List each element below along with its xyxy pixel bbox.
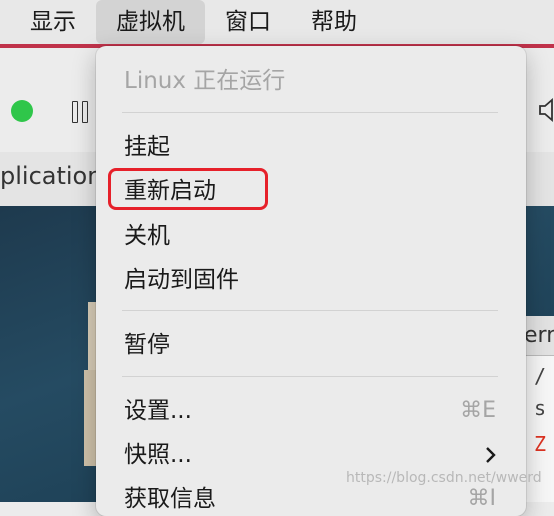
menu-item-suspend[interactable]: 挂起: [124, 130, 170, 164]
menu-virtual-machine[interactable]: 虚拟机: [96, 0, 205, 44]
terminal-line: Z: [534, 432, 547, 456]
tab-application[interactable]: plication: [0, 162, 102, 190]
menu-item-snapshots[interactable]: 快照...: [124, 438, 192, 472]
menu-item-shutdown[interactable]: 关机: [124, 219, 170, 253]
settings-shortcut: ⌘E: [460, 398, 496, 423]
vm-dropdown-menu: Linux 正在运行 挂起 重新启动 关机 启动到固件 暂停 设置... ⌘E …: [96, 46, 526, 516]
menu-separator: [122, 376, 498, 377]
running-indicator-icon: [11, 100, 33, 122]
menu-status-label: Linux 正在运行: [124, 68, 286, 94]
watermark: https://blog.csdn.net/wwerd: [346, 470, 542, 486]
menu-item-boot-firmware[interactable]: 启动到固件: [124, 263, 239, 297]
menu-separator: [122, 310, 498, 311]
chevron-right-icon: [484, 438, 496, 472]
menu-window[interactable]: 窗口: [205, 0, 291, 44]
menu-item-pause[interactable]: 暂停: [124, 328, 170, 362]
terminal-line: /: [534, 364, 547, 388]
menu-display[interactable]: 显示: [0, 0, 96, 44]
highlight-annotation: [108, 168, 268, 210]
terminal-line: s: [534, 396, 547, 420]
pause-icon[interactable]: [72, 101, 94, 123]
menu-help[interactable]: 帮助: [291, 0, 377, 44]
menu-item-settings[interactable]: 设置...: [124, 394, 192, 428]
menu-bar: 显示 虚拟机 窗口 帮助: [0, 0, 554, 44]
get-info-shortcut: ⌘I: [467, 486, 497, 511]
speaker-icon[interactable]: [538, 98, 554, 126]
menu-item-get-info[interactable]: 获取信息: [124, 482, 216, 516]
menu-separator: [122, 112, 498, 113]
